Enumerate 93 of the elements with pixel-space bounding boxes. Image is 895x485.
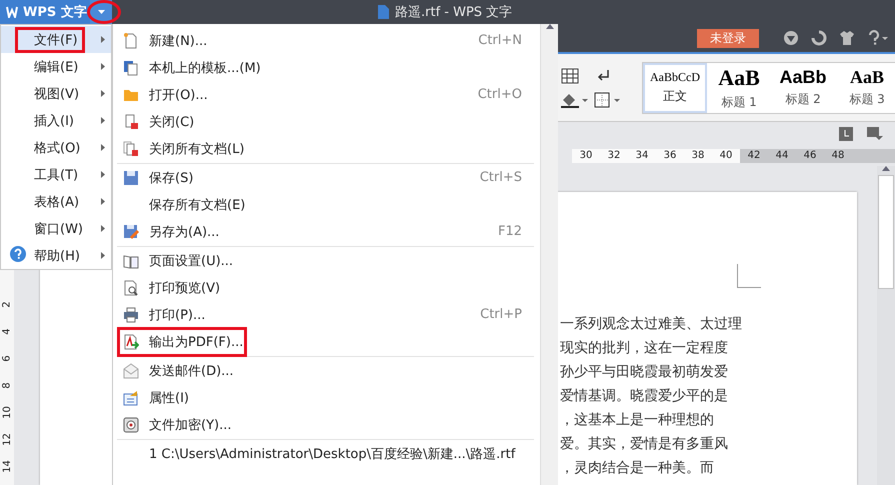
- menu-item[interactable]: 编辑(E): [1, 53, 111, 80]
- style-option[interactable]: AaBb 标题 2: [771, 62, 835, 112]
- menu-item[interactable]: 表格(A): [1, 188, 111, 215]
- ruler-number: 30: [578, 149, 594, 163]
- menu-item[interactable]: 页面设置(U)...: [113, 247, 540, 274]
- document-text: 爱。其实，爱情是有多重风: [560, 435, 729, 454]
- properties-icon: [123, 390, 139, 406]
- submenu-arrow-icon: [101, 117, 105, 124]
- shirt-icon: [839, 30, 855, 46]
- menu-scrollbar[interactable]: [540, 24, 558, 485]
- document-text: ，这基本上是一种理想的: [560, 411, 715, 430]
- ruler-number: 6: [0, 355, 14, 362]
- menu-item[interactable]: 输出为PDF(F)...: [113, 328, 540, 355]
- caret-icon: [98, 10, 104, 14]
- refresh-icon: [811, 30, 827, 46]
- menu-item[interactable]: 发送邮件(D)...: [113, 357, 540, 384]
- help-icon: [867, 30, 889, 46]
- menu-item[interactable]: 插入(I): [1, 107, 111, 134]
- ruler-number: 4: [0, 328, 14, 335]
- panel-dropdown-icon: [867, 127, 883, 141]
- scroll-up-icon: [882, 166, 890, 171]
- menu-item[interactable]: 1 C:\Users\Administrator\Desktop\百度经验\新建...\路遥.rtf: [113, 440, 540, 467]
- submenu-arrow-icon: [101, 36, 105, 43]
- menu-item[interactable]: 关闭所有文档(L): [113, 135, 540, 162]
- menu-item[interactable]: 打开(O)... Ctrl+O: [113, 81, 540, 108]
- menu-item[interactable]: 关闭(C): [113, 108, 540, 135]
- menu-item[interactable]: 本机上的模板...(M): [113, 54, 540, 81]
- ruler-number: 44: [774, 149, 790, 163]
- scroll-up-icon: [546, 24, 554, 29]
- menu-item[interactable]: 另存为(A)... F12: [113, 218, 540, 245]
- menu-item[interactable]: 格式(O): [1, 134, 111, 161]
- menu-item[interactable]: 文件(F): [1, 26, 111, 53]
- ruler-number: 32: [606, 149, 622, 163]
- submenu-arrow-icon: [101, 225, 105, 232]
- submenu-arrow-icon: [101, 198, 105, 205]
- document-text: 现实的批判，这在一定程度: [560, 339, 729, 358]
- ruler-number: 2: [0, 301, 14, 308]
- fill-color-icon: [560, 92, 588, 108]
- table-icon: [560, 68, 580, 84]
- app-menu-button[interactable]: WPS 文字: [0, 0, 90, 24]
- submenu-arrow-icon: [101, 252, 105, 259]
- menu-item[interactable]: 新建(N)... Ctrl+N: [113, 27, 540, 54]
- ruler-number: 40: [718, 149, 734, 163]
- ruler-number: 34: [634, 149, 650, 163]
- menu-item[interactable]: 属性(I): [113, 384, 540, 411]
- menu-item[interactable]: 视图(V): [1, 80, 111, 107]
- printer-icon: [123, 306, 139, 322]
- save-as-icon: [123, 224, 139, 240]
- submenu-arrow-icon: [101, 171, 105, 178]
- envelope-icon: [123, 362, 139, 378]
- menu-item[interactable]: 保存所有文档(E): [113, 191, 540, 218]
- menu-item[interactable]: 文件加密(Y)...: [113, 411, 540, 438]
- help-icon: [10, 246, 26, 262]
- menu-item[interactable]: 打印预览(V): [113, 274, 540, 301]
- ruler-number: 38: [690, 149, 706, 163]
- margin-corner-mark: [737, 264, 761, 288]
- ruler-number: 12: [0, 433, 14, 446]
- close-documents-icon: [123, 140, 139, 156]
- menu-item[interactable]: 帮助(H): [1, 242, 111, 269]
- ruler-number: 42: [746, 149, 762, 163]
- menu-item[interactable]: 工具(T): [1, 161, 111, 188]
- ruler-number: 48: [830, 149, 846, 163]
- document-text: ，灵肉结合是一种美。而: [560, 459, 715, 478]
- style-option[interactable]: AaB 标题 1: [707, 62, 771, 112]
- pdf-export-icon: [123, 334, 139, 350]
- ruler-number: 46: [802, 149, 818, 163]
- submenu-arrow-icon: [101, 63, 105, 70]
- ruler-number: 14: [0, 460, 14, 473]
- scrollbar[interactable]: [877, 166, 895, 485]
- menu-item[interactable]: 打印(P)... Ctrl+P: [113, 301, 540, 328]
- border-icon: [594, 92, 622, 108]
- style-option[interactable]: AaB 标题 3: [835, 62, 895, 112]
- ruler-number: 8: [0, 382, 14, 389]
- document-text: 孙少平与田晓霞最初萌发爱: [560, 363, 729, 382]
- document-text: 一系列观念太过难美、太过理: [560, 315, 743, 334]
- style-option[interactable]: AaBbCcD 正文: [643, 62, 707, 112]
- scroll-thumb[interactable]: [878, 175, 894, 289]
- window-title: 路遥.rtf - WPS 文字: [395, 4, 512, 21]
- document-stack-icon: [123, 60, 139, 76]
- wps-logo-icon: [6, 6, 18, 18]
- print-preview-icon: [123, 280, 139, 296]
- document-text: 爱情基调。晓霞爱少平的是: [560, 387, 729, 406]
- submenu-arrow-icon: [101, 144, 105, 151]
- save-icon: [123, 170, 139, 186]
- menu-item[interactable]: 保存(S) Ctrl+S: [113, 164, 540, 191]
- book-icon: [123, 252, 139, 268]
- ruler-number: 10: [0, 406, 14, 419]
- close-document-icon: [123, 114, 139, 130]
- ruler-number: 36: [662, 149, 678, 163]
- new-document-icon: [123, 32, 139, 48]
- menu-item[interactable]: 窗口(W): [1, 215, 111, 242]
- submenu-arrow-icon: [101, 90, 105, 97]
- document-icon: [377, 5, 389, 19]
